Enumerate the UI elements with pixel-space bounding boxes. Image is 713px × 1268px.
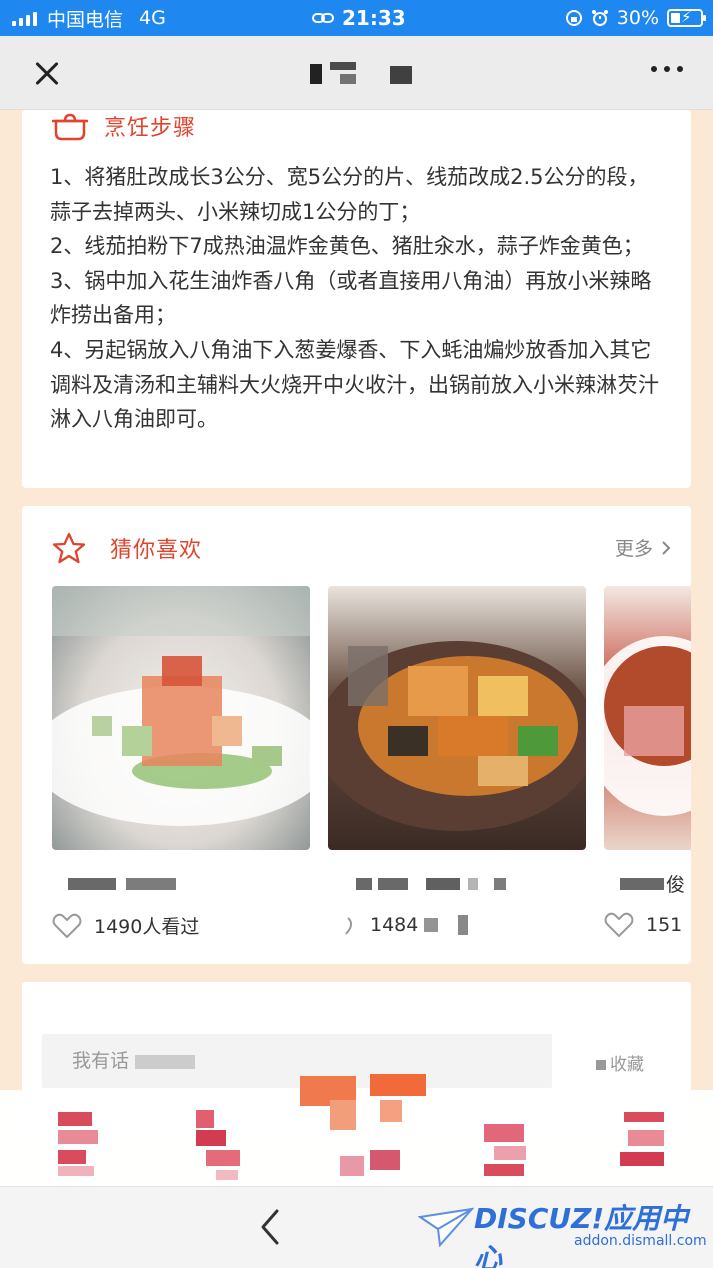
star-icon bbox=[52, 532, 86, 564]
watermark: DISCUZ!应用中心 addon.dismall.com bbox=[418, 1197, 708, 1268]
battery-percent: 30% bbox=[616, 7, 659, 29]
signal-icon bbox=[12, 10, 37, 26]
view-count: 1490人看过 bbox=[94, 916, 200, 938]
recipe-name: 俊 bbox=[604, 874, 691, 898]
step-item: 2、线茄拍粉下7成热油温炸金黄色、猪肚汆水，蒜子炸金黄色； bbox=[50, 234, 644, 259]
clock: 21:33 bbox=[342, 6, 406, 30]
recipe-card[interactable]: 1484 bbox=[328, 586, 586, 939]
heart-icon[interactable] bbox=[604, 912, 634, 938]
recommend-list: 1490人看过 1484 俊 151 bbox=[52, 586, 691, 939]
rotation-lock-icon bbox=[565, 10, 582, 26]
close-icon[interactable] bbox=[28, 56, 68, 90]
steps-header: 烹饪步骤 bbox=[52, 110, 196, 142]
heart-icon[interactable] bbox=[328, 912, 358, 938]
recipe-image bbox=[604, 586, 691, 850]
network-type: 4G bbox=[139, 7, 166, 29]
comment-placeholder: 我有话 bbox=[72, 1050, 130, 1072]
recipe-card[interactable]: 俊 151 bbox=[604, 586, 691, 939]
cooking-pot-icon bbox=[52, 113, 88, 141]
steps-title: 烹饪步骤 bbox=[104, 116, 197, 141]
recipe-stats: 1484 bbox=[328, 912, 586, 938]
steps-list: 1、将猪肚改成长3公分、宽5公分的片、线茄改成2.5公分的段，蒜子去掉两头、小米… bbox=[50, 160, 662, 437]
view-count: 1484 bbox=[370, 914, 419, 936]
nav-bar bbox=[0, 36, 713, 110]
battery-icon: ⚡ bbox=[667, 8, 706, 27]
recommend-title: 猜你喜欢 bbox=[110, 538, 203, 563]
collect-label: 收藏 bbox=[610, 1055, 644, 1075]
recommend-card: 猜你喜欢 更多 1490人看过 1484 俊 151 bbox=[22, 506, 691, 964]
recommend-header: 猜你喜欢 bbox=[52, 530, 202, 566]
alarm-icon bbox=[591, 10, 608, 26]
paper-plane-icon bbox=[418, 1207, 474, 1248]
more-link[interactable]: 更多 bbox=[615, 534, 671, 561]
carrier-name: 中国电信 bbox=[47, 8, 124, 31]
back-arrow-icon[interactable] bbox=[255, 1207, 285, 1247]
page-title bbox=[300, 58, 430, 90]
heart-icon[interactable] bbox=[52, 913, 82, 939]
view-count: 151 bbox=[646, 914, 683, 936]
status-center: 21:33 bbox=[312, 0, 406, 36]
more-label: 更多 bbox=[614, 538, 653, 560]
recipe-name-redacted bbox=[52, 874, 310, 898]
recipe-card[interactable]: 1490人看过 bbox=[52, 586, 310, 939]
chevron-right-icon bbox=[662, 540, 671, 555]
more-menu-icon[interactable] bbox=[651, 66, 683, 72]
step-item: 4、另起锅放入八角油下入葱姜爆香、下入蚝油煸炒放香加入其它调料及清汤和主辅料大火… bbox=[50, 337, 659, 432]
comment-input[interactable]: 我有话 bbox=[42, 1034, 552, 1088]
recipe-name-redacted bbox=[328, 874, 586, 898]
recipe-image bbox=[52, 586, 310, 850]
link-icon bbox=[312, 13, 334, 23]
status-right: 30% ⚡ bbox=[565, 0, 706, 36]
cooking-steps-card: 烹饪步骤 1、将猪肚改成长3公分、宽5公分的片、线茄改成2.5公分的段，蒜子去掉… bbox=[22, 110, 691, 488]
recipe-stats: 1490人看过 bbox=[52, 912, 310, 939]
step-item: 3、锅中加入花生油炸香八角（或者直接用八角油）再放小米辣略炸捞出备用； bbox=[50, 268, 652, 328]
watermark-url: addon.dismall.com bbox=[574, 1233, 707, 1249]
collect-button[interactable]: 收藏 bbox=[596, 1050, 644, 1075]
status-bar: 中国电信 4G 21:33 30% ⚡ bbox=[0, 0, 713, 36]
bottom-tab-bar[interactable] bbox=[0, 1074, 713, 1194]
recipe-stats: 151 bbox=[604, 912, 691, 938]
step-item: 1、将猪肚改成长3公分、宽5公分的片、线茄改成2.5公分的段，蒜子去掉两头、小米… bbox=[50, 165, 649, 224]
browser-toolbar: DISCUZ!应用中心 addon.dismall.com bbox=[0, 1186, 713, 1268]
recipe-image bbox=[328, 586, 586, 850]
